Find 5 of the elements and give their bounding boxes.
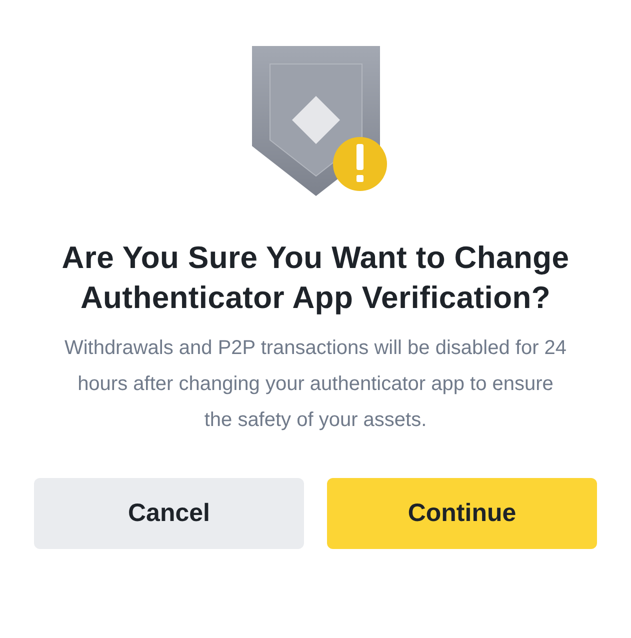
cancel-button[interactable]: Cancel: [34, 478, 304, 549]
shield-warning-icon: [252, 46, 388, 198]
continue-button[interactable]: Continue: [327, 478, 597, 549]
dialog-message: Withdrawals and P2P transactions will be disabled for 24 hours after changing your authenticator app to ensure the safety of your assets.: [63, 336, 568, 433]
dialog-title: Are You Sure You Want to Change Authenticator App Verification?: [60, 239, 570, 317]
